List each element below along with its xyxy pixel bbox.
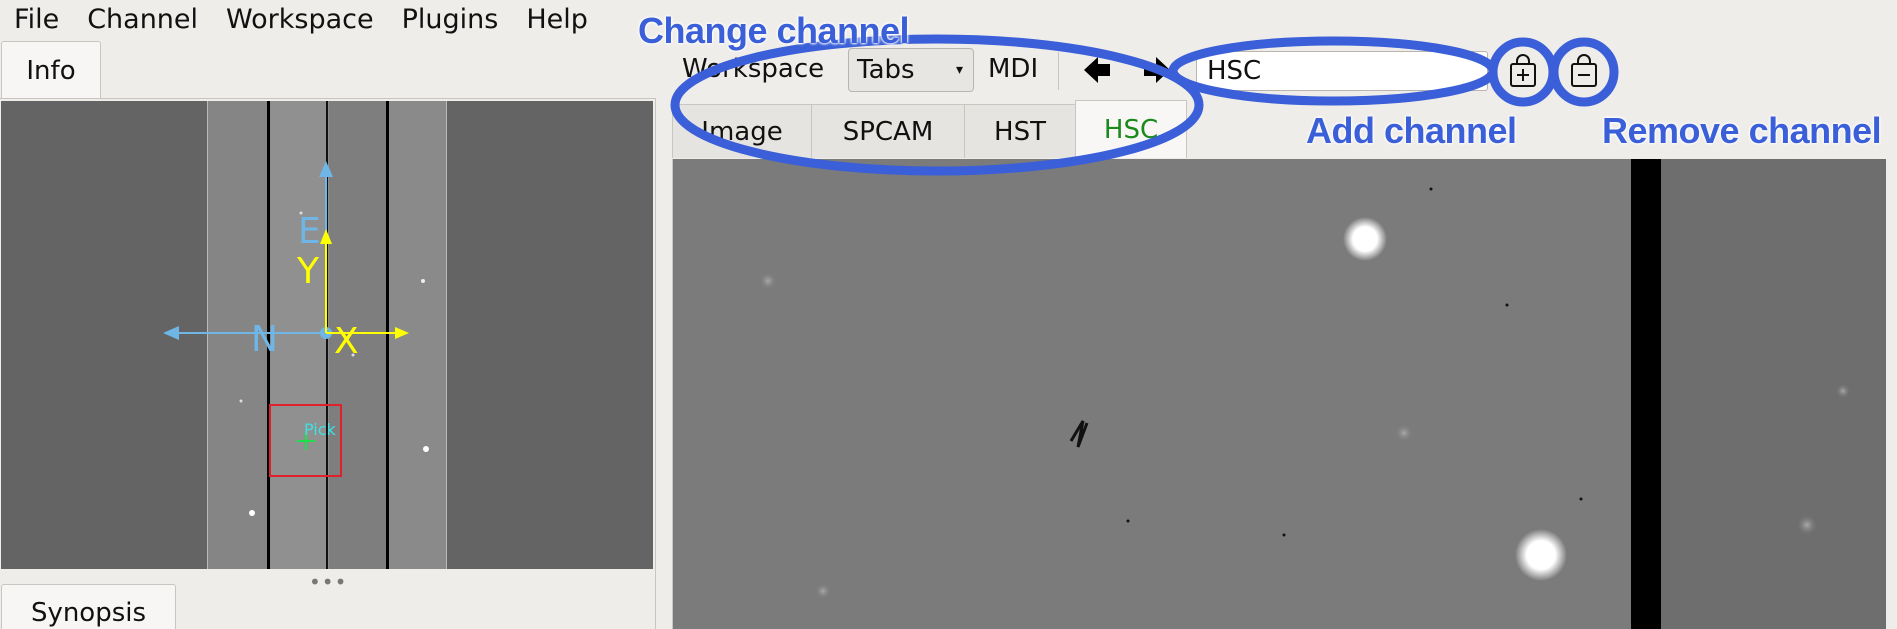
bright-star [1343,217,1387,261]
star [423,446,429,452]
chip-gap [1631,159,1661,629]
faint-star [1395,424,1413,442]
arrow-right-icon [1144,57,1170,83]
main-image-view[interactable] [672,159,1886,629]
menubar: File Channel Workspace Plugins Help [0,0,1897,40]
menu-file[interactable]: File [14,0,59,40]
toolbar-separator [1058,52,1059,90]
tab-hsc[interactable]: HSC [1075,100,1187,158]
thumb-overlay [163,161,429,516]
faint-star [815,583,831,599]
faint-star [1797,515,1817,535]
star [239,399,243,403]
next-channel-button[interactable] [1140,52,1174,88]
panel-splitter[interactable]: ••• [309,570,347,594]
tab-info[interactable]: Info [1,41,101,99]
arrow-left-icon [1084,57,1110,83]
add-channel-button[interactable] [1504,53,1542,91]
tab-hst[interactable]: HST [964,104,1076,158]
remove-channel-icon [1571,54,1597,87]
star [421,279,425,283]
faint-star [1836,384,1850,398]
workspace-label: Workspace [682,54,825,84]
add-channel-icon [1510,54,1536,87]
channel-name-field[interactable]: HSC [1196,51,1488,91]
compass-north-label: N [251,319,278,360]
workspace-type-value: Tabs [857,55,915,85]
menu-workspace[interactable]: Workspace [226,0,374,40]
compass-east-label: E [298,211,321,252]
menu-help[interactable]: Help [526,0,588,40]
main-image [759,159,1886,629]
menu-plugins[interactable]: Plugins [402,0,499,40]
menu-channel[interactable]: Channel [87,0,198,40]
remove-channel-button[interactable] [1565,53,1603,91]
channel-tabs: Image SPCAM HST HSC [672,100,1187,158]
prev-channel-button[interactable] [1080,52,1114,88]
tab-image[interactable]: Image [672,104,812,158]
star [249,510,255,516]
annotation-change-channel: Change channel [638,10,910,51]
chevron-down-icon: ▾ [955,62,963,78]
tab-synopsis[interactable]: Synopsis [1,584,176,629]
thumbnail-view[interactable]: E N Y X Pick [1,101,653,569]
cosmic-ray [1069,420,1089,448]
annotation-remove-channel: Remove channel [1602,110,1882,151]
annotation-add-channel: Add channel [1306,110,1517,151]
mdi-label: MDI [988,54,1039,84]
tab-spcam[interactable]: SPCAM [811,104,965,158]
pick-label: Pick [304,420,336,439]
axis-y-label: Y [297,251,319,292]
axis-x-label: X [334,321,359,362]
workspace-type-select[interactable]: Tabs ▾ [848,48,974,92]
faint-star [759,272,777,290]
bright-star [1515,529,1567,581]
